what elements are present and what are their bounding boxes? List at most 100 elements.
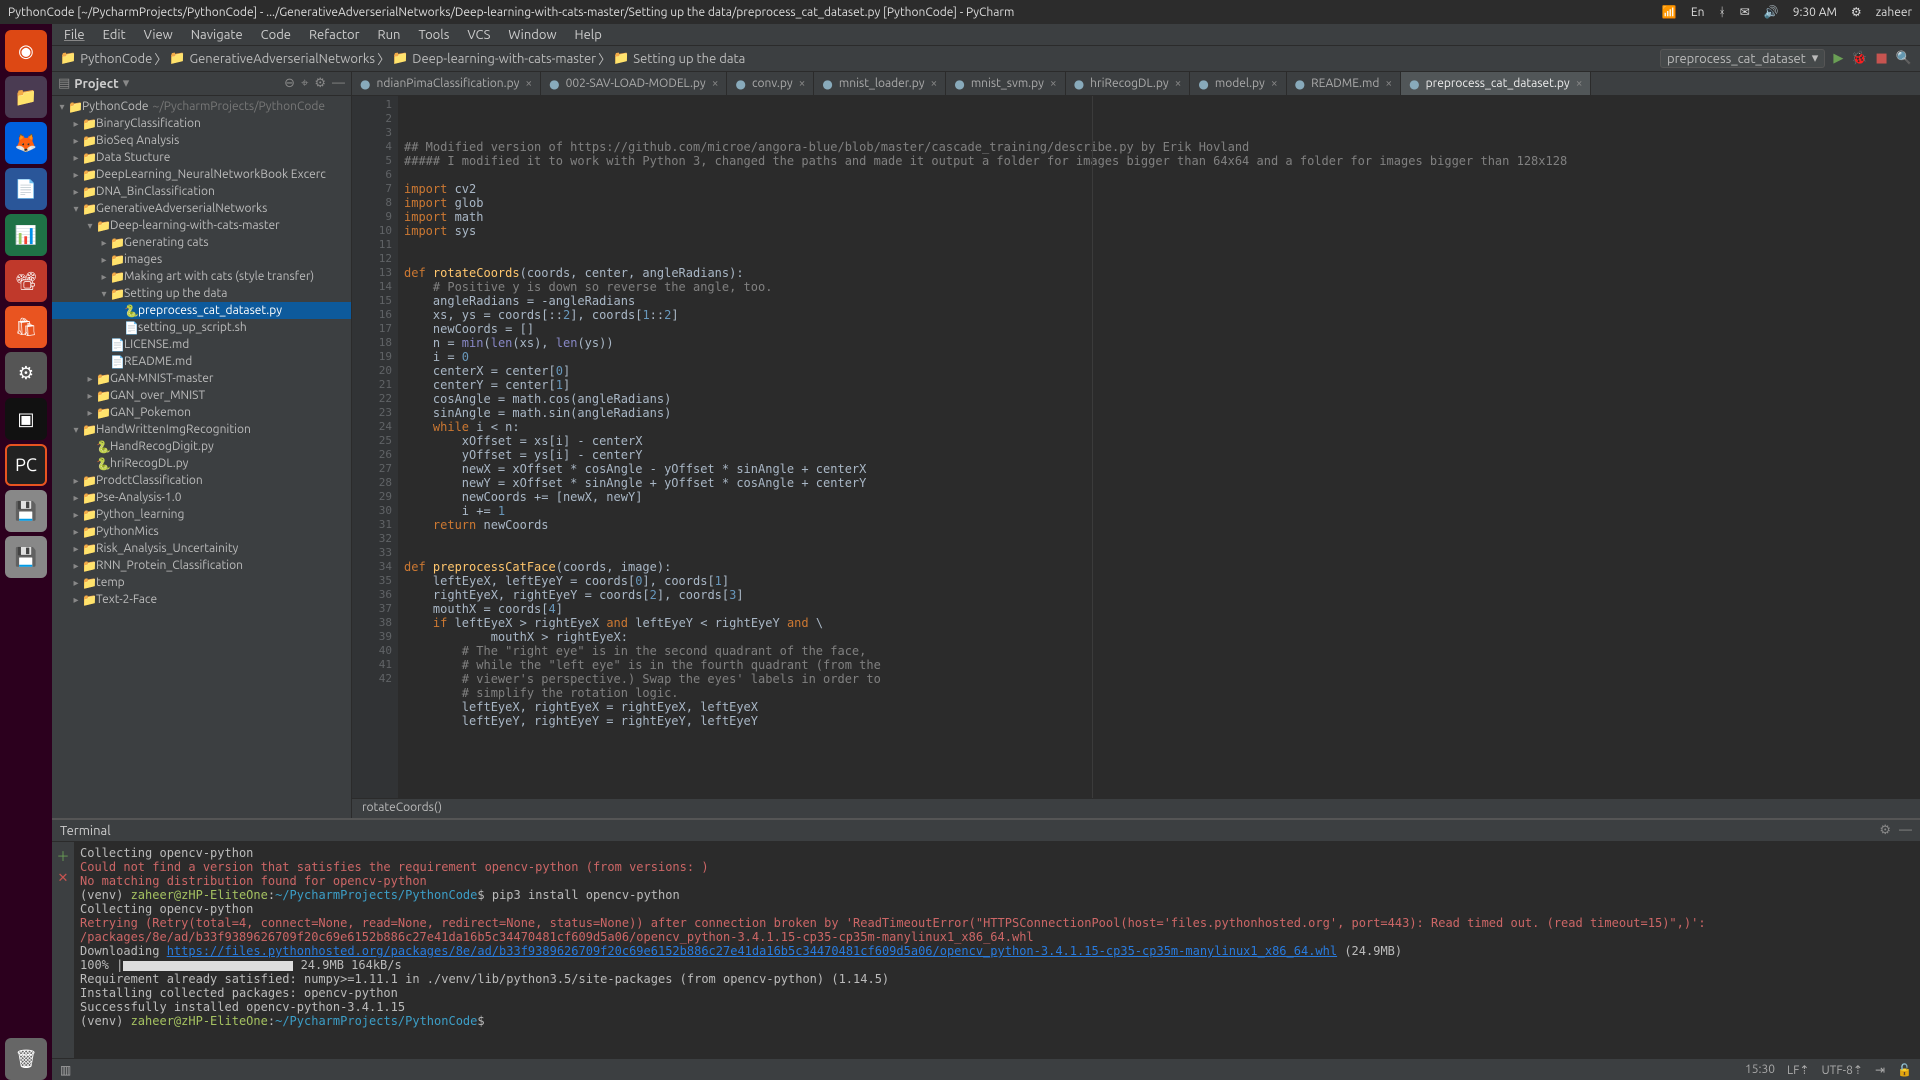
- search-everywhere-icon[interactable]: 🔍: [1896, 51, 1912, 66]
- breadcrumb-item[interactable]: 📁 GenerativeAdverserialNetworks: [169, 51, 375, 66]
- tree-node[interactable]: ▾📁 Setting up the data: [52, 285, 351, 302]
- editor-tab[interactable]: ●mnist_loader.py×: [814, 72, 946, 95]
- menu-help[interactable]: Help: [567, 26, 610, 44]
- user-name[interactable]: zaheer: [1876, 6, 1912, 19]
- tree-node[interactable]: ▸📁 DNA_BinClassification: [52, 183, 351, 200]
- launcher-software[interactable]: 🛍: [5, 306, 47, 348]
- tree-node[interactable]: 📄 README.md: [52, 353, 351, 370]
- tree-node[interactable]: ▸📁 DeepLearning_NeuralNetworkBook Excerc: [52, 166, 351, 183]
- menu-edit[interactable]: Edit: [95, 26, 134, 44]
- tree-node[interactable]: ▾📁 HandWrittenImgRecognition: [52, 421, 351, 438]
- tree-node[interactable]: ▸📁 RNN_Protein_Classification: [52, 557, 351, 574]
- menu-navigate[interactable]: Navigate: [183, 26, 251, 44]
- mail-icon[interactable]: ✉: [1740, 5, 1750, 19]
- tree-node[interactable]: 🐍 hriRecogDL.py: [52, 455, 351, 472]
- close-icon[interactable]: ×: [799, 77, 806, 90]
- breadcrumb-item[interactable]: 📁 PythonCode: [60, 51, 152, 66]
- tree-node[interactable]: ▸📁 Generating cats: [52, 234, 351, 251]
- tree-node[interactable]: ▸📁 ProdctClassification: [52, 472, 351, 489]
- keyboard-lang[interactable]: En: [1691, 6, 1705, 19]
- debug-button[interactable]: 🐞: [1851, 51, 1867, 66]
- launcher-settings[interactable]: ⚙: [5, 352, 47, 394]
- tree-node[interactable]: ▸📁 temp: [52, 574, 351, 591]
- hide-panel-icon[interactable]: —: [332, 76, 345, 91]
- hide-panel-icon[interactable]: —: [1899, 823, 1912, 838]
- tree-node[interactable]: 🐍 preprocess_cat_dataset.py: [52, 302, 351, 319]
- menu-refactor[interactable]: Refactor: [301, 26, 368, 44]
- wifi-icon[interactable]: 📶: [1662, 5, 1677, 19]
- tree-node[interactable]: ▸📁 Making art with cats (style transfer): [52, 268, 351, 285]
- tree-node[interactable]: ▾📁 GenerativeAdverserialNetworks: [52, 200, 351, 217]
- tree-node[interactable]: 🐍 HandRecogDigit.py: [52, 438, 351, 455]
- launcher-pycharm[interactable]: PC: [5, 444, 47, 486]
- close-icon[interactable]: ×: [1385, 77, 1392, 90]
- code-editor[interactable]: 1234567891011121314151617181920212223242…: [352, 96, 1920, 798]
- launcher-terminal[interactable]: ▣: [5, 398, 47, 440]
- lock-icon[interactable]: 🔓: [1897, 1063, 1912, 1077]
- tree-node[interactable]: ▸📁 BioSeq Analysis: [52, 132, 351, 149]
- chevron-down-icon[interactable]: ▾: [123, 76, 130, 91]
- status-toggle-icon[interactable]: ▥: [60, 1063, 71, 1077]
- close-icon[interactable]: ×: [931, 77, 938, 90]
- editor-tab[interactable]: ●mnist_svm.py×: [946, 72, 1065, 95]
- tree-node[interactable]: 📄 setting_up_script.sh: [52, 319, 351, 336]
- tree-node[interactable]: ▸📁 GAN_over_MNIST: [52, 387, 351, 404]
- tree-node[interactable]: ▸📁 GAN-MNIST-master: [52, 370, 351, 387]
- menu-window[interactable]: Window: [500, 26, 564, 44]
- run-button[interactable]: ▶: [1833, 51, 1843, 66]
- menu-view[interactable]: View: [136, 26, 181, 44]
- close-icon[interactable]: ×: [525, 77, 532, 90]
- terminal-title[interactable]: Terminal: [60, 824, 111, 838]
- close-icon[interactable]: ×: [1050, 77, 1057, 90]
- editor-tab[interactable]: ●ndianPimaClassification.py×: [352, 72, 541, 95]
- close-icon[interactable]: ×: [1576, 77, 1583, 90]
- menu-run[interactable]: Run: [370, 26, 409, 44]
- tree-node[interactable]: ▸📁 GAN_Pokemon: [52, 404, 351, 421]
- editor-tab[interactable]: ●model.py×: [1190, 72, 1286, 95]
- launcher-trash[interactable]: 🗑: [5, 1038, 47, 1080]
- menu-code[interactable]: Code: [253, 26, 299, 44]
- caret-position[interactable]: 15:30: [1745, 1063, 1775, 1077]
- launcher-calc[interactable]: 📊: [5, 214, 47, 256]
- tree-node[interactable]: ▸📁 PythonMics: [52, 523, 351, 540]
- menu-vcs[interactable]: VCS: [459, 26, 498, 44]
- stop-button[interactable]: ■: [1876, 51, 1888, 66]
- code-area[interactable]: ## Modified version of https://github.co…: [398, 96, 1920, 798]
- bluetooth-icon[interactable]: ᚼ: [1718, 6, 1725, 19]
- settings-icon[interactable]: ⚙: [1851, 5, 1862, 19]
- collapse-all-icon[interactable]: ⊖: [284, 76, 295, 91]
- launcher-files[interactable]: 📁: [5, 76, 47, 118]
- tree-node[interactable]: ▸📁 Pse-Analysis-1.0: [52, 489, 351, 506]
- tree-node[interactable]: ▾📁 PythonCode~/PycharmProjects/PythonCod…: [52, 98, 351, 115]
- file-encoding[interactable]: UTF-8⇡: [1821, 1063, 1863, 1077]
- volume-icon[interactable]: 🔊: [1764, 5, 1779, 19]
- tree-node[interactable]: ▸📁 Data Stucture: [52, 149, 351, 166]
- tree-node[interactable]: ▸📁 images: [52, 251, 351, 268]
- launcher-impress[interactable]: 📽: [5, 260, 47, 302]
- tree-node[interactable]: 📄 LICENSE.md: [52, 336, 351, 353]
- terminal-output[interactable]: Collecting opencv-python Could not find …: [74, 842, 1920, 1058]
- launcher-dash[interactable]: ◉: [5, 30, 47, 72]
- close-icon[interactable]: ×: [1271, 77, 1278, 90]
- gear-icon[interactable]: ⚙: [314, 76, 326, 91]
- editor-tab[interactable]: ●hriRecogDL.py×: [1066, 72, 1191, 95]
- project-panel-title[interactable]: Project: [74, 77, 118, 91]
- launcher-firefox[interactable]: 🦊: [5, 122, 47, 164]
- editor-tab[interactable]: ●README.md×: [1287, 72, 1402, 95]
- close-session-icon[interactable]: ✕: [58, 871, 69, 886]
- tree-node[interactable]: ▸📁 BinaryClassification: [52, 115, 351, 132]
- clock[interactable]: 9:30 AM: [1793, 6, 1837, 19]
- scroll-from-source-icon[interactable]: ⌖: [301, 76, 308, 91]
- tree-node[interactable]: ▸📁 Python_learning: [52, 506, 351, 523]
- gear-icon[interactable]: ⚙: [1879, 823, 1891, 838]
- close-icon[interactable]: ×: [1175, 77, 1182, 90]
- breadcrumb-item[interactable]: 📁 Setting up the data: [613, 51, 745, 66]
- close-icon[interactable]: ×: [712, 77, 719, 90]
- menu-file[interactable]: File: [56, 26, 93, 44]
- tree-node[interactable]: ▸📁 Text-2-Face: [52, 591, 351, 608]
- launcher-disk1[interactable]: 💾: [5, 490, 47, 532]
- editor-tab[interactable]: ●conv.py×: [727, 72, 814, 95]
- project-tree[interactable]: ▾📁 PythonCode~/PycharmProjects/PythonCod…: [52, 96, 351, 818]
- tree-node[interactable]: ▸📁 Risk_Analysis_Uncertainity: [52, 540, 351, 557]
- new-session-icon[interactable]: ＋: [56, 846, 69, 865]
